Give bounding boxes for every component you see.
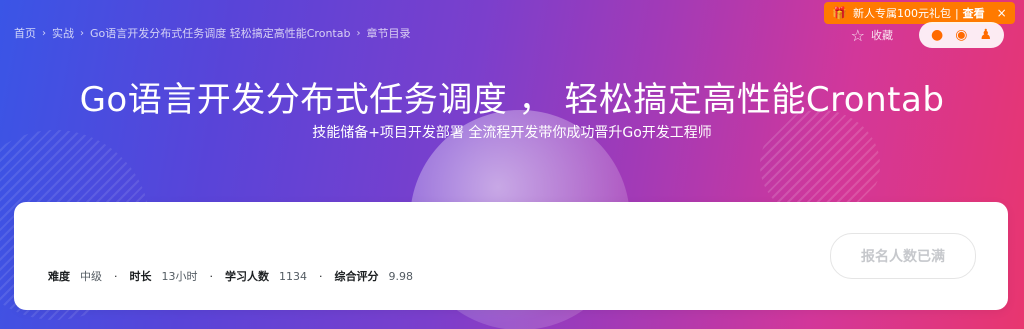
difficulty-label: 难度 <box>48 270 70 283</box>
duration-label: 时长 <box>129 270 152 283</box>
duration-value: 13小时 <box>161 270 198 283</box>
learners-label: 学习人数 <box>225 270 269 283</box>
stat-separator: · <box>209 269 214 283</box>
course-stats: 难度 中级 · 时长 13小时 · 学习人数 1134 · 综合评分 9.98 <box>48 268 413 284</box>
course-subtitle: 技能储备+项目开发部署 全流程开发带你成功晋升Go开发工程师 <box>312 125 712 141</box>
header-actions: ☆ 收藏 ● ◉ ♟ <box>851 22 1004 48</box>
breadcrumb-current: 章节目录 <box>366 27 411 40</box>
gift-icon: 🎁 <box>832 6 847 20</box>
rating-value: 9.98 <box>388 269 414 283</box>
enroll-full-button[interactable]: 报名人数已满 <box>830 233 976 279</box>
promo-view-link[interactable]: 查看 <box>963 5 985 21</box>
chevron-right-icon: › <box>356 27 361 39</box>
breadcrumb-practice[interactable]: 实战 <box>52 25 74 41</box>
rating-label: 综合评分 <box>334 270 379 283</box>
share-group: ● ◉ ♟ <box>919 22 1004 48</box>
promo-text: 新人专属100元礼包 <box>852 7 951 20</box>
qq-icon[interactable]: ♟ <box>979 27 992 43</box>
star-icon: ☆ <box>850 25 865 45</box>
chevron-right-icon: › <box>80 27 84 39</box>
course-banner: 首页 › 实战 › Go语言开发分布式任务调度 轻松搞定高性能Crontab ›… <box>0 0 1024 329</box>
wechat-icon[interactable]: ● <box>931 27 943 43</box>
weibo-icon[interactable]: ◉ <box>955 27 967 43</box>
chevron-right-icon: › <box>42 27 46 39</box>
course-info-card: 难度 中级 · 时长 13小时 · 学习人数 1134 · 综合评分 9.98 … <box>14 202 1008 310</box>
course-title: Go语言开发分布式任务调度 ， 轻松搞定高性能Crontab <box>79 80 945 120</box>
favorite-button[interactable]: ☆ 收藏 <box>851 26 893 45</box>
promo-divider: | <box>954 6 959 20</box>
new-user-promo-banner[interactable]: 🎁 新人专属100元礼包 | 查看 × <box>824 2 1015 24</box>
breadcrumb-home[interactable]: 首页 <box>14 25 36 41</box>
close-icon[interactable]: × <box>997 6 1007 20</box>
stat-separator: · <box>114 269 118 283</box>
learners-value: 1134 <box>279 269 307 283</box>
breadcrumb: 首页 › 实战 › Go语言开发分布式任务调度 轻松搞定高性能Crontab ›… <box>14 25 410 41</box>
difficulty-value: 中级 <box>80 270 102 283</box>
breadcrumb-course[interactable]: Go语言开发分布式任务调度 轻松搞定高性能Crontab <box>90 25 350 41</box>
favorite-label: 收藏 <box>871 29 893 42</box>
stat-separator: · <box>319 269 323 283</box>
